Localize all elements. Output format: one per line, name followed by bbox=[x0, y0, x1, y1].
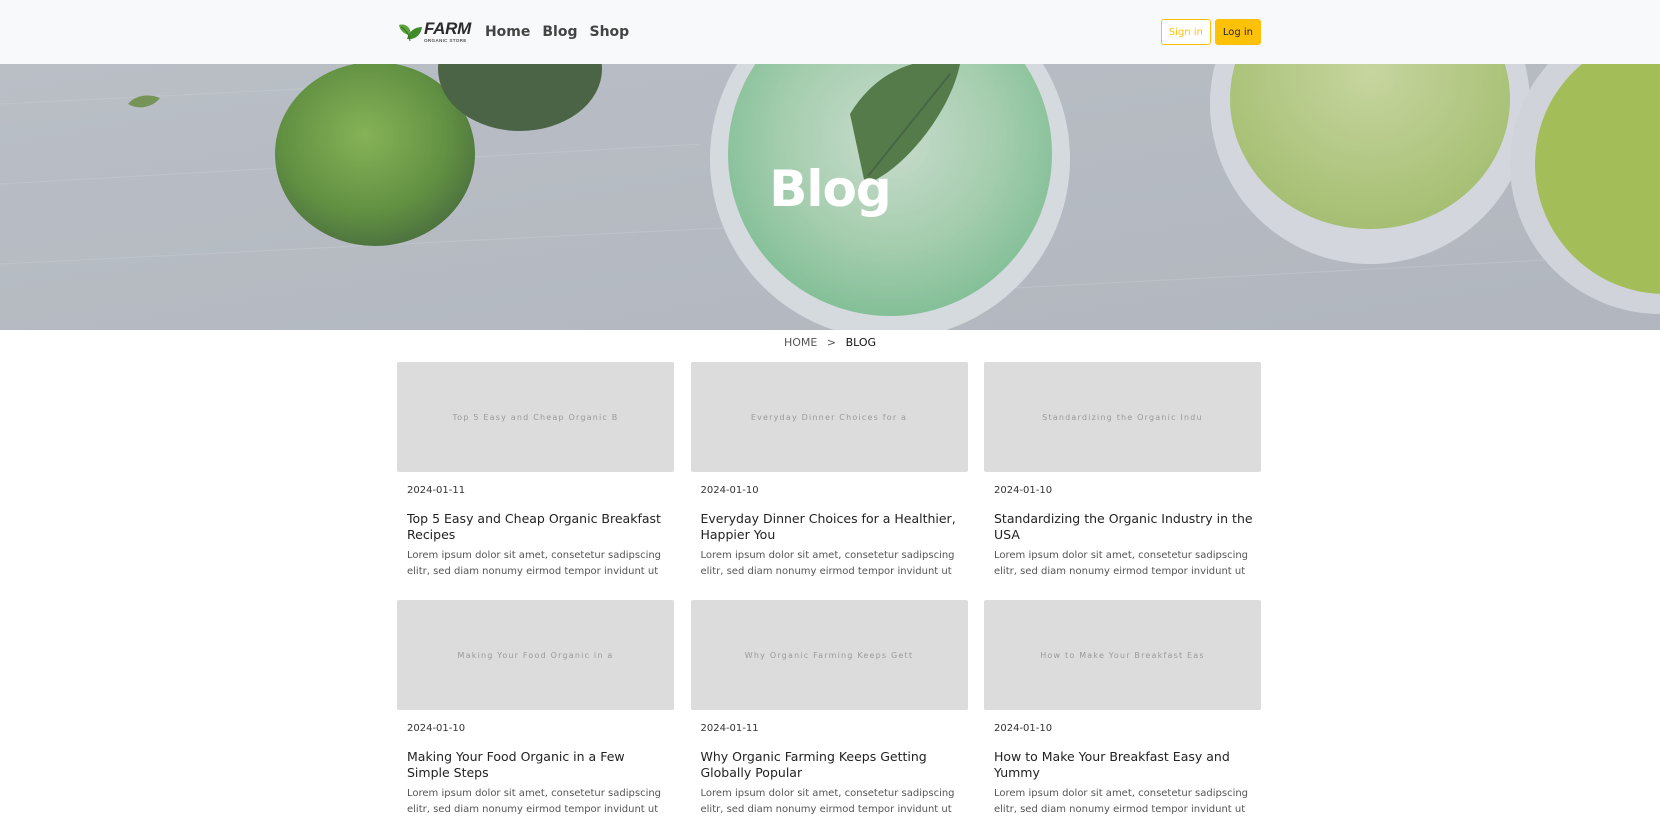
nav-link-shop[interactable]: Shop bbox=[590, 24, 630, 40]
blog-card-excerpt: Lorem ipsum dolor sit amet, consetetur s… bbox=[700, 788, 955, 815]
nav-link-blog[interactable]: Blog bbox=[542, 24, 577, 40]
blog-card[interactable]: Making Your Food Organic in a 2024-01-10… bbox=[397, 600, 674, 826]
log-in-button[interactable]: Log in bbox=[1214, 19, 1261, 45]
blog-card-date: 2024-01-10 bbox=[994, 485, 1053, 496]
blog-card-title[interactable]: Everyday Dinner Choices for a Healthier,… bbox=[701, 511, 963, 543]
blog-card-excerpt: Lorem ipsum dolor sit amet, consetetur s… bbox=[994, 550, 1249, 577]
hero-banner: Blog bbox=[0, 64, 1660, 330]
hero-title: Blog bbox=[769, 160, 891, 218]
blog-card-title[interactable]: Standardizing the Organic Industry in th… bbox=[994, 511, 1256, 543]
brand-tagline: ORGANIC STORE bbox=[424, 38, 467, 44]
brand-text: FARM ORGANIC STORE bbox=[424, 20, 471, 44]
thumbnail-alt-text: How to Make Your Breakfast Eas bbox=[1040, 650, 1205, 660]
blog-card-title[interactable]: Making Your Food Organic in a Few Simple… bbox=[407, 749, 669, 781]
breadcrumb-home-link[interactable]: HOME bbox=[784, 336, 817, 349]
breadcrumb-separator: > bbox=[826, 336, 837, 349]
navbar: FARM ORGANIC STORE Home Blog Shop Sign i… bbox=[0, 0, 1660, 64]
leaf-icon bbox=[397, 19, 423, 45]
blog-card-thumbnail[interactable]: Top 5 Easy and Cheap Organic B bbox=[397, 362, 674, 472]
blog-card-date: 2024-01-11 bbox=[407, 485, 466, 496]
blog-card-date: 2024-01-10 bbox=[700, 485, 759, 496]
blog-card[interactable]: Why Organic Farming Keeps Gett 2024-01-1… bbox=[690, 600, 968, 826]
thumbnail-alt-text: Standardizing the Organic Indu bbox=[1042, 412, 1203, 422]
thumbnail-alt-text: Why Organic Farming Keeps Gett bbox=[744, 650, 914, 660]
thumbnail-alt-text: Making Your Food Organic in a bbox=[457, 650, 614, 660]
navbar-container: FARM ORGANIC STORE Home Blog Shop Sign i… bbox=[397, 0, 1261, 64]
blog-card-thumbnail[interactable]: Everyday Dinner Choices for a bbox=[690, 362, 968, 472]
blog-card-excerpt: Lorem ipsum dolor sit amet, consetetur s… bbox=[994, 788, 1249, 815]
blog-card-title[interactable]: Why Organic Farming Keeps Getting Global… bbox=[701, 749, 963, 781]
blog-post-grid: Top 5 Easy and Cheap Organic B 2024-01-1… bbox=[397, 362, 1261, 826]
nav-link-home[interactable]: Home bbox=[485, 24, 530, 40]
nav-links: Home Blog Shop bbox=[485, 24, 641, 40]
blog-card-thumbnail[interactable]: Why Organic Farming Keeps Gett bbox=[690, 600, 968, 710]
blog-card-date: 2024-01-10 bbox=[994, 723, 1053, 734]
breadcrumb-current: BLOG bbox=[845, 336, 877, 349]
blog-card-thumbnail[interactable]: How to Make Your Breakfast Eas bbox=[984, 600, 1261, 710]
thumbnail-alt-text: Everyday Dinner Choices for a bbox=[750, 412, 908, 422]
blog-card-title[interactable]: Top 5 Easy and Cheap Organic Breakfast R… bbox=[407, 511, 669, 543]
blog-card-thumbnail[interactable]: Making Your Food Organic in a bbox=[397, 600, 674, 710]
brand-name: FARM bbox=[424, 19, 471, 39]
brand-logo[interactable]: FARM ORGANIC STORE bbox=[397, 12, 471, 52]
blog-card[interactable]: How to Make Your Breakfast Eas 2024-01-1… bbox=[984, 600, 1261, 826]
blog-card-date: 2024-01-10 bbox=[407, 723, 466, 734]
blog-card-date: 2024-01-11 bbox=[700, 723, 759, 734]
blog-card[interactable]: Top 5 Easy and Cheap Organic B 2024-01-1… bbox=[397, 362, 674, 600]
thumbnail-alt-text: Top 5 Easy and Cheap Organic B bbox=[452, 412, 619, 422]
blog-card-excerpt: Lorem ipsum dolor sit amet, consetetur s… bbox=[407, 550, 662, 577]
breadcrumb: HOME > BLOG bbox=[0, 336, 1660, 349]
blog-card-title[interactable]: How to Make Your Breakfast Easy and Yumm… bbox=[994, 749, 1256, 781]
blog-card[interactable]: Everyday Dinner Choices for a 2024-01-10… bbox=[690, 362, 968, 600]
blog-card[interactable]: Standardizing the Organic Indu 2024-01-1… bbox=[984, 362, 1261, 600]
sign-in-button[interactable]: Sign in bbox=[1160, 19, 1211, 45]
blog-card-thumbnail[interactable]: Standardizing the Organic Indu bbox=[984, 362, 1261, 472]
blog-card-excerpt: Lorem ipsum dolor sit amet, consetetur s… bbox=[700, 550, 955, 577]
blog-card-excerpt: Lorem ipsum dolor sit amet, consetetur s… bbox=[407, 788, 662, 815]
